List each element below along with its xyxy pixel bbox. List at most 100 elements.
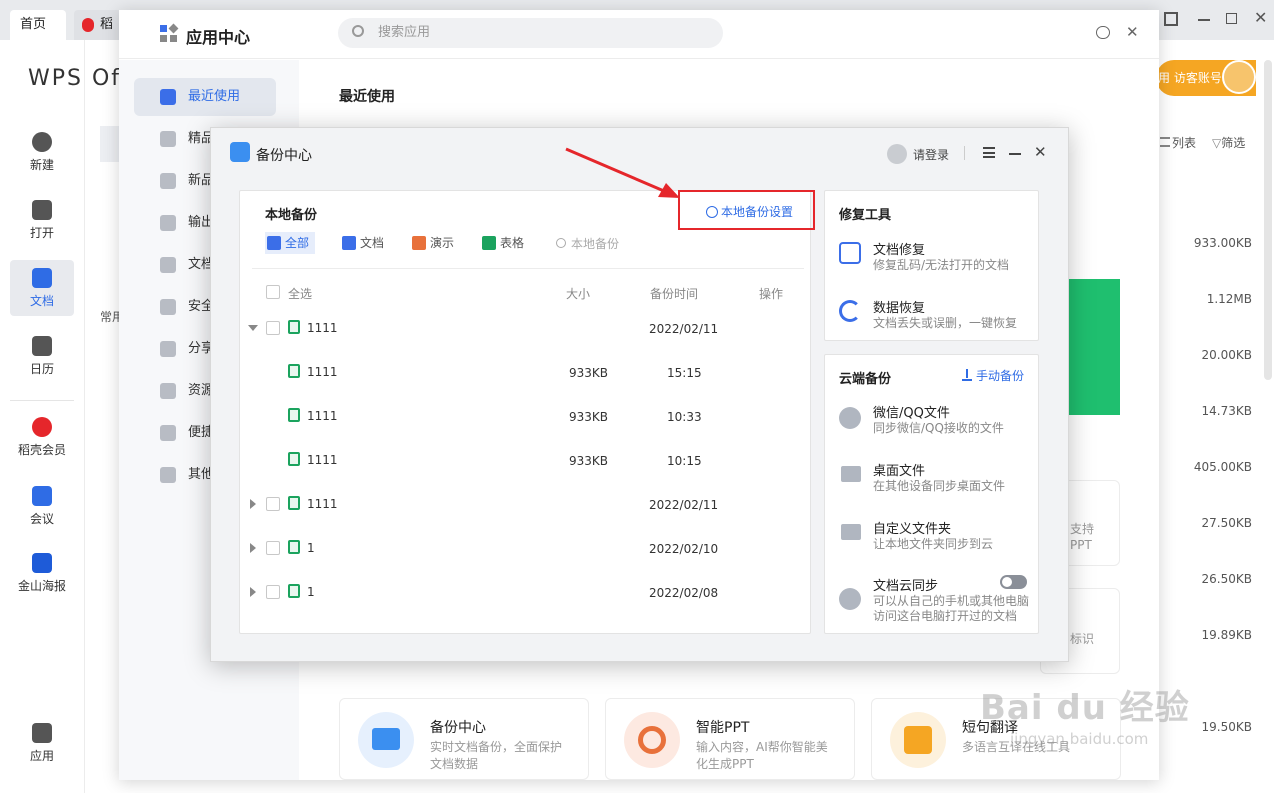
docer-icon: [32, 417, 52, 437]
filter-all[interactable]: 全部: [265, 232, 316, 254]
shield-icon: [160, 299, 176, 315]
custom-folder-item[interactable]: 自定义文件夹 让本地文件夹同步到云: [839, 519, 1034, 555]
feedback-icon[interactable]: [1096, 26, 1110, 39]
folder-open-icon: [32, 200, 52, 220]
row-name[interactable]: 1111: [307, 365, 338, 379]
recent-section-title: 最近使用: [339, 89, 395, 105]
row-checkbox[interactable]: [266, 497, 280, 511]
row-name[interactable]: 1111: [307, 453, 338, 467]
nav-poster[interactable]: 金山海报: [10, 553, 74, 609]
nav-meeting[interactable]: 会议: [10, 486, 74, 542]
row-time: 10:33: [667, 410, 702, 424]
chat-files-icon: [839, 407, 861, 429]
cloud-upload-icon: [839, 588, 861, 610]
divider: [964, 146, 965, 160]
app-card-backup[interactable]: 备份中心 实时文档备份，全面保护 文档数据: [339, 698, 589, 780]
lightning-icon: [160, 425, 176, 441]
app-desc: 实时文档备份，全面保护: [430, 740, 563, 754]
file-size: 1.12MB: [1206, 292, 1252, 306]
highlight-box: [678, 190, 815, 230]
app-title: 备份中心: [430, 720, 486, 736]
app-desc: 文档数据: [430, 757, 479, 771]
repair-tools-title: 修复工具: [839, 208, 892, 223]
nav-docs[interactable]: 文档: [10, 260, 74, 316]
filter-label: 筛选: [1221, 136, 1246, 150]
file-size: 26.50KB: [1201, 572, 1252, 586]
nav-open[interactable]: 打开: [10, 200, 74, 256]
nav-new[interactable]: 新建: [10, 132, 74, 188]
sheet-file-icon: [288, 540, 300, 554]
sidebar-item-recent[interactable]: 最近使用: [134, 78, 276, 116]
desktop-files-item[interactable]: 桌面文件 在其他设备同步桌面文件: [839, 461, 1034, 497]
app-search-input[interactable]: 搜索应用: [338, 18, 723, 48]
cloud-sync-toggle[interactable]: [1000, 575, 1027, 589]
menu-icon[interactable]: [983, 147, 995, 158]
sidebar-item-label: 最近使用: [188, 89, 241, 104]
row-name[interactable]: 1111: [307, 321, 338, 335]
manual-backup-button[interactable]: 手动备份: [962, 367, 1024, 384]
col-action: 操作: [759, 287, 784, 301]
maximize-icon[interactable]: [1226, 13, 1237, 24]
translate-icon: [890, 712, 946, 768]
login-link[interactable]: 请登录: [913, 146, 949, 163]
book-icon: [160, 257, 176, 273]
divider: [252, 268, 804, 269]
close-icon[interactable]: ✕: [1034, 143, 1047, 161]
data-recovery-item[interactable]: 数据恢复 文档丢失或误删，一键恢复: [839, 298, 1034, 334]
nav-apps[interactable]: 应用: [10, 723, 74, 779]
filter-label: 演示: [430, 236, 455, 250]
green-app-banner: [1068, 279, 1120, 415]
collapse-icon[interactable]: [248, 325, 258, 331]
app-desc: 输入内容，AI帮你智能美: [696, 740, 828, 754]
row-name[interactable]: 1111: [307, 497, 338, 511]
layout-icon[interactable]: [1164, 12, 1178, 26]
row-checkbox[interactable]: [266, 321, 280, 335]
col-size: 大小: [566, 287, 591, 301]
minimize-icon[interactable]: [1009, 153, 1021, 155]
row-name[interactable]: 1: [307, 585, 315, 599]
row-name[interactable]: 1111: [307, 409, 338, 423]
tab-docer[interactable]: 稻: [74, 10, 122, 40]
tool-desc: 文档丢失或误删，一键恢复: [873, 316, 1018, 330]
scrollbar[interactable]: [1264, 60, 1272, 380]
close-icon[interactable]: ✕: [1254, 8, 1267, 27]
cloud-folder-icon: [358, 712, 414, 768]
cloud-backup-title: 云端备份: [839, 372, 892, 387]
tool-desc: 让本地文件夹同步到云: [873, 537, 994, 551]
sheet-file-icon: [288, 584, 300, 598]
expand-icon[interactable]: [250, 587, 256, 597]
view-list-button[interactable]: 列表: [1160, 134, 1196, 151]
chat-files-item[interactable]: 微信/QQ文件 同步微信/QQ接收的文件: [839, 403, 1034, 439]
sheet-file-icon: [288, 364, 300, 378]
doc-repair-item[interactable]: 文档修复 修复乱码/无法打开的文档: [839, 240, 1034, 276]
row-checkbox[interactable]: [266, 585, 280, 599]
filter-presentation[interactable]: 演示: [410, 232, 454, 254]
expand-icon[interactable]: [250, 499, 256, 509]
sheet-file-icon: [288, 408, 300, 422]
filter-spreadsheet[interactable]: 表格: [480, 232, 524, 254]
tool-desc: 同步微信/QQ接收的文件: [873, 421, 1004, 435]
filter-button[interactable]: ▽筛选: [1212, 134, 1245, 151]
wps-logo: WPS Of: [28, 66, 122, 91]
app-card-smart-ppt[interactable]: 智能PPT 输入内容，AI帮你智能美 化生成PPT: [605, 698, 855, 780]
app-center-title: 应用中心: [186, 28, 251, 47]
minimize-icon[interactable]: [1198, 19, 1210, 21]
avatar[interactable]: [1222, 60, 1256, 94]
nav-label: 打开: [29, 226, 54, 240]
smart-ppt-icon: [624, 712, 680, 768]
row-checkbox[interactable]: [266, 541, 280, 555]
backup-logo-icon: [230, 142, 250, 162]
expand-icon[interactable]: [250, 543, 256, 553]
select-all-checkbox[interactable]: [266, 285, 280, 299]
nav-docer-vip[interactable]: 稻壳会员: [10, 417, 74, 473]
row-time: 2022/02/10: [649, 542, 719, 556]
nav-label: 稻壳会员: [17, 443, 66, 457]
nav-calendar[interactable]: 日历: [10, 336, 74, 392]
local-search-input[interactable]: 本地备份: [556, 235, 619, 252]
row-name[interactable]: 1: [307, 541, 315, 555]
filter-docs[interactable]: 文档: [340, 232, 384, 254]
close-icon[interactable]: ✕: [1126, 23, 1139, 41]
tab-home[interactable]: 首页: [10, 10, 66, 40]
row-size: 933KB: [569, 454, 609, 468]
apps-grid-icon: [32, 723, 52, 743]
